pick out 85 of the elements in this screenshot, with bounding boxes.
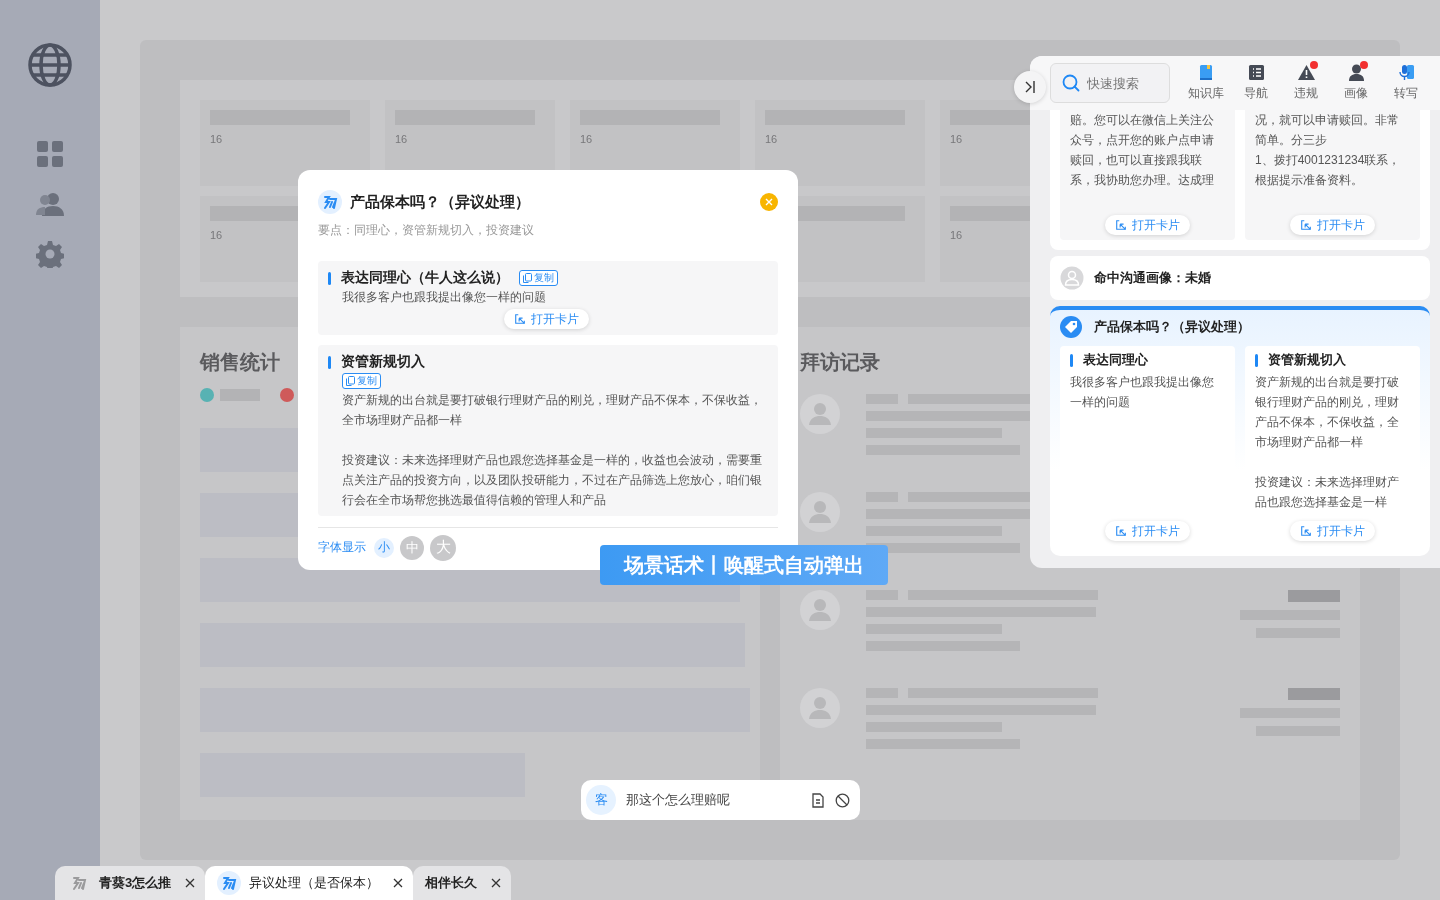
dialog-title: 产品保本吗？（异议处理） (350, 192, 530, 212)
stat-value: 16 (765, 133, 778, 145)
dashboard-icon (36, 140, 64, 168)
search-field[interactable]: 快速搜索 (1050, 63, 1170, 103)
stat-value: 16 (950, 133, 963, 145)
close-icon (491, 878, 502, 888)
close-icon (393, 878, 404, 888)
list-icon (1247, 64, 1265, 81)
avatar-icon (800, 688, 840, 728)
search-icon (1062, 74, 1080, 92)
settings-icon (36, 240, 64, 268)
avatar-icon (800, 492, 840, 532)
copy-button[interactable]: 复制 (342, 373, 381, 389)
stat-value: 16 (210, 133, 223, 145)
toolbar-button[interactable]: 违规 (1281, 64, 1331, 102)
block-icon (835, 792, 850, 808)
stat-value: 16 (210, 229, 223, 241)
open-card-button[interactable]: 打开卡片 (1290, 215, 1375, 235)
avatar-icon (1060, 266, 1084, 290)
tab[interactable]: 异议处理（是否保本） (205, 866, 414, 900)
section-title: 销售统计 (200, 350, 280, 375)
tab[interactable]: 相伴长久 (413, 866, 512, 900)
open-card-button[interactable]: 打开卡片 (1105, 521, 1190, 541)
font-size-option[interactable]: 小 (374, 537, 394, 558)
open-card-button[interactable]: 打开卡片 (503, 309, 589, 329)
accent-bar (1070, 353, 1073, 367)
document-icon (811, 792, 825, 808)
chat-message: 那这个怎么理赔呢 (626, 791, 731, 809)
stat-value: 16 (395, 133, 408, 145)
accent-bar (328, 355, 331, 369)
card-text: 1、拨打4001231234联系，根据提示准备资料。 (1255, 152, 1402, 189)
card-heading: 资管新规切入 (1268, 351, 1346, 369)
tag-icon (1060, 316, 1082, 338)
open-icon (1300, 525, 1312, 537)
microphone-icon (1397, 64, 1415, 81)
card-title: 资管新规切入 (341, 353, 425, 371)
logo-icon (217, 871, 242, 895)
card-text: 赔。您可以在微信上关注公众号，点开您的账户点申请赎回，也可以直接跟我联系，我协助您办理。达成理 (1070, 112, 1215, 189)
users-icon (36, 190, 64, 218)
globe-icon (27, 42, 73, 88)
open-card-button[interactable]: 打开卡片 (1105, 215, 1190, 235)
card-text: 投资建议：未来选择理财产品也跟您选择基金是一样的，收益也会波动，需要重点关注产品的投资方向，以及团队投研能力，不过在产品筛选上您放心，咱们银行会在全市场帮您挑选最值得信赖的管理人和产品 (342, 452, 763, 509)
tab[interactable]: 青葵3怎么推 (55, 866, 206, 900)
logo-icon (318, 190, 342, 214)
accent-bar (1255, 353, 1258, 367)
copy-button[interactable]: 复制 (519, 270, 558, 286)
skeleton-bar (1288, 590, 1340, 602)
accent-bar (328, 271, 331, 285)
open-icon (1115, 219, 1127, 231)
avatar-icon (800, 394, 840, 434)
section-title: 拜访记录 (800, 350, 880, 375)
collapse-icon (1023, 80, 1037, 94)
font-size-label: 字体显示 (318, 539, 366, 556)
open-icon (1300, 219, 1312, 231)
card-text: 我很多客户也跟我提出像您一样的问题 (1070, 374, 1215, 411)
close-icon (760, 193, 778, 211)
person-icon (1347, 64, 1365, 81)
stat-value: 16 (580, 133, 593, 145)
copy-icon (523, 273, 532, 283)
card-text: 我很多客户也跟我提出像您一样的问题 (342, 289, 547, 306)
avatar-icon (800, 590, 840, 630)
card-text: 投资建议：未来选择理财产品也跟您选择基金是一样 (1255, 474, 1400, 511)
warning-icon (1297, 64, 1315, 81)
toolbar-button[interactable]: 画像 (1331, 64, 1381, 102)
toolbar-button[interactable]: 转写 (1381, 64, 1431, 102)
card-text: 况，就可以申请赎回。非常简单。分三步 (1255, 112, 1400, 149)
caption-banner: 场景话术丨唤醒式自动弹出 (600, 545, 888, 585)
stat-value: 16 (950, 229, 963, 241)
card-text: 资产新规的出台就是要打破银行理财产品的刚兑，理财产品不保本，不保收益，全市场理财产品都一样 (342, 392, 763, 429)
toolbar-button[interactable]: 知识库 (1181, 64, 1231, 102)
card-heading: 表达同理心 (1083, 351, 1148, 369)
open-icon (1115, 525, 1127, 537)
toolbar-button[interactable]: 导航 (1231, 64, 1281, 102)
profile-hit-text: 命中沟通画像：未婚 (1094, 269, 1211, 287)
card-text: 资产新规的出台就是要打破银行理财产品的刚兑，理财产品不保本，不保收益，全市场理财产品都一样 (1255, 374, 1400, 451)
dialog-subtitle: 要点：同理心，资管新规切入，投资建议 (318, 222, 535, 239)
customer-avatar: 客 (586, 785, 616, 815)
copy-icon (346, 376, 355, 386)
card-title: 产品保本吗？（异议处理） (1094, 318, 1250, 336)
card-title: 表达同理心（牛人这么说） (341, 269, 509, 287)
close-icon (185, 878, 196, 888)
open-icon (513, 313, 526, 325)
skeleton-bar (1288, 688, 1340, 700)
book-icon (1197, 64, 1215, 81)
open-card-button[interactable]: 打开卡片 (1290, 521, 1375, 541)
